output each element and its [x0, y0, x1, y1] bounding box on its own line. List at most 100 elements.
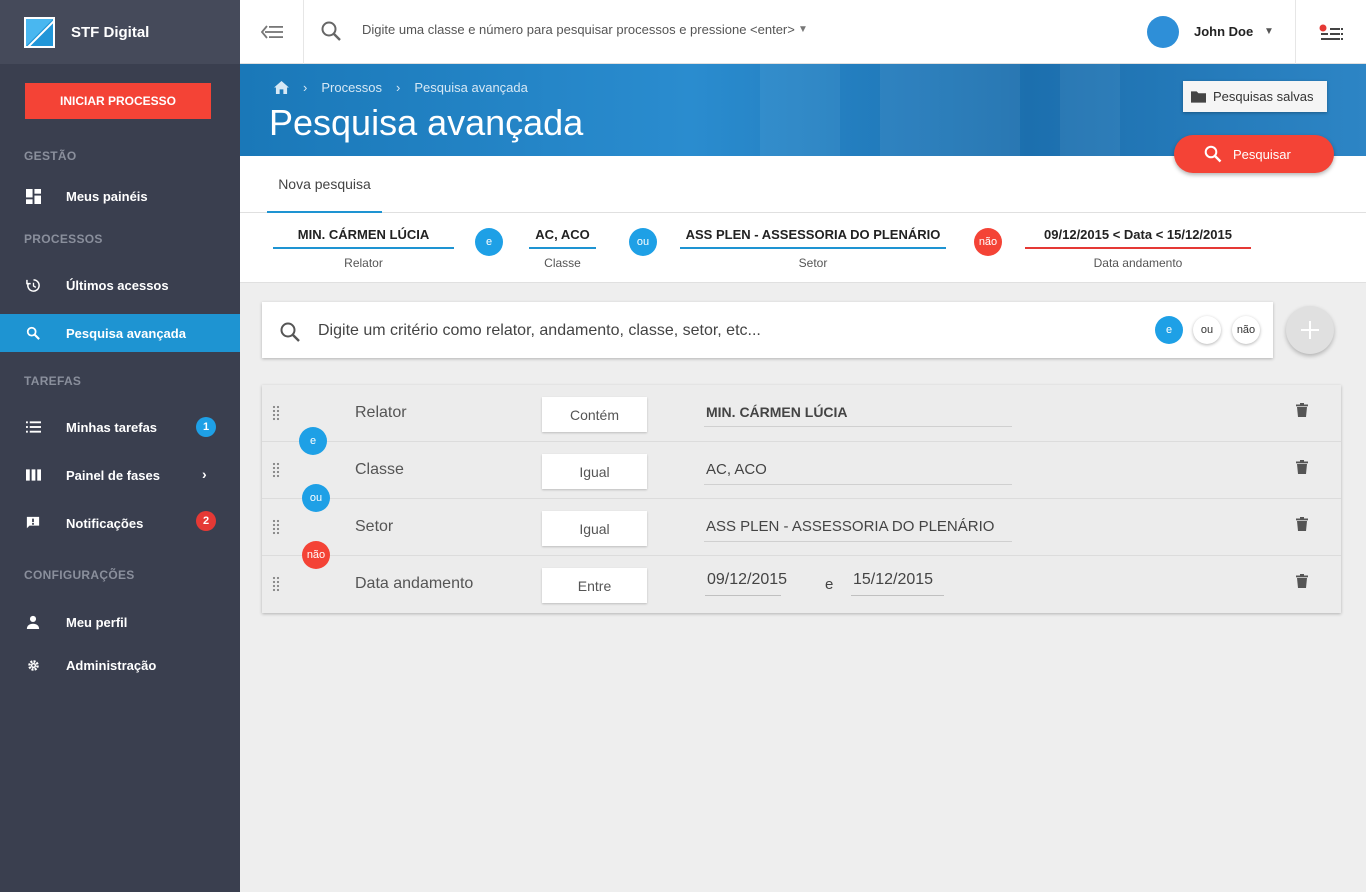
- delete-icon[interactable]: [1296, 574, 1308, 588]
- filter-value-input[interactable]: AC, ACO: [704, 461, 1012, 485]
- filter-condition-select[interactable]: Igual: [542, 511, 647, 546]
- sidebar-item-label: Administração: [66, 657, 157, 673]
- drag-handle-icon[interactable]: [272, 576, 280, 592]
- criteria-search-box: Digite um critério como relator, andamen…: [262, 302, 1273, 358]
- drag-handle-icon[interactable]: [272, 462, 280, 478]
- gear-icon: [25, 657, 41, 673]
- filter-row-relator: Relator Contém MIN. CÁRMEN LÚCIA: [262, 385, 1341, 442]
- columns-icon: [25, 467, 41, 483]
- criteria-input[interactable]: Digite um critério como relator, andamen…: [318, 322, 761, 340]
- summary-chip-setor[interactable]: ASS PLEN - ASSESSORIA DO PLENÁRIO Setor: [680, 227, 946, 270]
- criteria-operator-not-button[interactable]: não: [1232, 316, 1260, 344]
- user-name[interactable]: John Doe: [1194, 24, 1253, 39]
- search-summary: MIN. CÁRMEN LÚCIA Relator e AC, ACO Clas…: [240, 213, 1366, 283]
- sidebar-item-meu-perfil[interactable]: Meu perfil: [0, 603, 240, 641]
- summary-operator-or: ou: [629, 228, 657, 256]
- row-operator-not[interactable]: não: [302, 541, 330, 569]
- sidebar-item-minhas-tarefas[interactable]: Minhas tarefas 1: [0, 408, 240, 446]
- saved-searches-label: Pesquisas salvas: [1213, 89, 1314, 104]
- filter-row-classe: Classe Igual AC, ACO: [262, 442, 1341, 499]
- section-title-processos: PROCESSOS: [24, 232, 103, 246]
- topbar: Digite uma classe e número para pesquisa…: [240, 0, 1366, 64]
- summary-chip-relator[interactable]: MIN. CÁRMEN LÚCIA Relator: [273, 227, 454, 270]
- sidebar-item-label: Notificações: [66, 515, 144, 531]
- chevron-down-icon[interactable]: ▼: [798, 24, 808, 35]
- sidebar-item-ultimos-acessos[interactable]: Últimos acessos: [0, 266, 240, 304]
- search-icon: [25, 325, 41, 341]
- criteria-operator-and-button[interactable]: e: [1155, 316, 1183, 344]
- date-from-input[interactable]: 09/12/2015: [705, 571, 787, 596]
- delete-icon[interactable]: [1296, 517, 1308, 531]
- summary-chip-caption: Setor: [798, 256, 828, 270]
- sidebar-item-label: Últimos acessos: [66, 277, 169, 293]
- chevron-right-icon: ›: [202, 466, 207, 482]
- summary-operator-and: e: [475, 228, 503, 256]
- summary-chip-value: MIN. CÁRMEN LÚCIA: [273, 227, 454, 249]
- menu-collapse-button[interactable]: [240, 0, 304, 64]
- dashboard-icon: [25, 188, 41, 204]
- tab-new-search[interactable]: Nova pesquisa: [267, 156, 382, 213]
- breadcrumb: › Processos › Pesquisa avançada: [274, 80, 528, 95]
- breadcrumb-processos[interactable]: Processos: [321, 80, 382, 95]
- filter-row-data-andamento: Data andamento Entre 09/12/2015 e 15/12/…: [262, 556, 1341, 613]
- saved-searches-button[interactable]: Pesquisas salvas: [1183, 81, 1327, 112]
- history-icon: [25, 277, 41, 293]
- breadcrumb-current: Pesquisa avançada: [414, 80, 528, 95]
- notifications-count-badge: 2: [196, 511, 216, 531]
- breadcrumb-separator-icon: ›: [303, 80, 308, 95]
- home-icon[interactable]: [274, 81, 289, 94]
- sidebar-item-administracao[interactable]: Administração: [0, 646, 240, 684]
- banner-decoration: [1060, 64, 1120, 156]
- summary-chip-classe[interactable]: AC, ACO Classe: [529, 227, 596, 270]
- sidebar-item-label: Meus painéis: [66, 188, 148, 204]
- filter-condition-select[interactable]: Contém: [542, 397, 647, 432]
- drag-handle-icon[interactable]: [272, 405, 280, 421]
- sidebar-item-notificacoes[interactable]: Notificações 2: [0, 504, 240, 542]
- summary-operator-not: não: [974, 228, 1002, 256]
- summary-chip-data-andamento[interactable]: 09/12/2015 < Data < 15/12/2015 Data anda…: [1025, 227, 1251, 270]
- delete-icon[interactable]: [1296, 460, 1308, 474]
- notifications-menu-button[interactable]: [1295, 0, 1366, 64]
- section-title-tarefas: TAREFAS: [24, 374, 82, 388]
- summary-chip-caption: Classe: [544, 256, 581, 270]
- banner-decoration: [760, 64, 840, 156]
- sidebar-item-painel-fases[interactable]: Painel de fases ›: [0, 456, 240, 494]
- delete-icon[interactable]: [1296, 403, 1308, 417]
- user-menu-caret-icon[interactable]: ▼: [1264, 26, 1274, 37]
- filter-value-input[interactable]: ASS PLEN - ASSESSORIA DO PLENÁRIO: [704, 518, 1012, 542]
- filter-row-setor: Setor Igual ASS PLEN - ASSESSORIA DO PLE…: [262, 499, 1341, 556]
- sidebar: STF Digital INICIAR PROCESSO GESTÃO Meus…: [0, 0, 240, 892]
- start-process-button[interactable]: INICIAR PROCESSO: [25, 83, 211, 119]
- add-criteria-button[interactable]: [1286, 306, 1334, 354]
- row-operator-or[interactable]: ou: [302, 484, 330, 512]
- summary-chip-value: AC, ACO: [529, 227, 596, 249]
- drag-handle-icon[interactable]: [272, 519, 280, 535]
- filter-field: Setor: [355, 518, 394, 535]
- sidebar-item-label: Pesquisa avançada: [66, 325, 186, 341]
- banner-decoration: [880, 64, 1020, 156]
- breadcrumb-separator-icon: ›: [396, 80, 401, 95]
- person-icon: [25, 614, 41, 630]
- row-operator-and[interactable]: e: [299, 427, 327, 455]
- date-to-input[interactable]: 15/12/2015: [851, 571, 944, 596]
- filter-condition-select[interactable]: Entre: [542, 568, 647, 603]
- filter-field: Data andamento: [355, 575, 474, 592]
- search-icon: [280, 322, 300, 342]
- sidebar-item-meus-paineis[interactable]: Meus painéis: [0, 177, 240, 215]
- filter-field: Relator: [355, 404, 407, 421]
- page-title: Pesquisa avançada: [269, 102, 584, 143]
- app-name: STF Digital: [71, 23, 150, 41]
- avatar[interactable]: [1147, 16, 1179, 48]
- search-button[interactable]: Pesquisar: [1174, 135, 1334, 173]
- sidebar-item-pesquisa-avancada[interactable]: Pesquisa avançada: [0, 314, 240, 352]
- filter-condition-select[interactable]: Igual: [542, 454, 647, 489]
- brand[interactable]: STF Digital: [0, 0, 240, 64]
- search-icon: [1204, 145, 1222, 163]
- summary-chip-caption: Data andamento: [1093, 256, 1183, 270]
- folder-icon: [1191, 90, 1206, 103]
- process-search-input[interactable]: Digite uma classe e número para pesquisa…: [362, 22, 795, 37]
- sidebar-item-label: Meu perfil: [66, 614, 128, 630]
- filter-value-input[interactable]: MIN. CÁRMEN LÚCIA: [704, 404, 1012, 427]
- plus-icon: [1301, 321, 1319, 339]
- criteria-operator-or-button[interactable]: ou: [1193, 316, 1221, 344]
